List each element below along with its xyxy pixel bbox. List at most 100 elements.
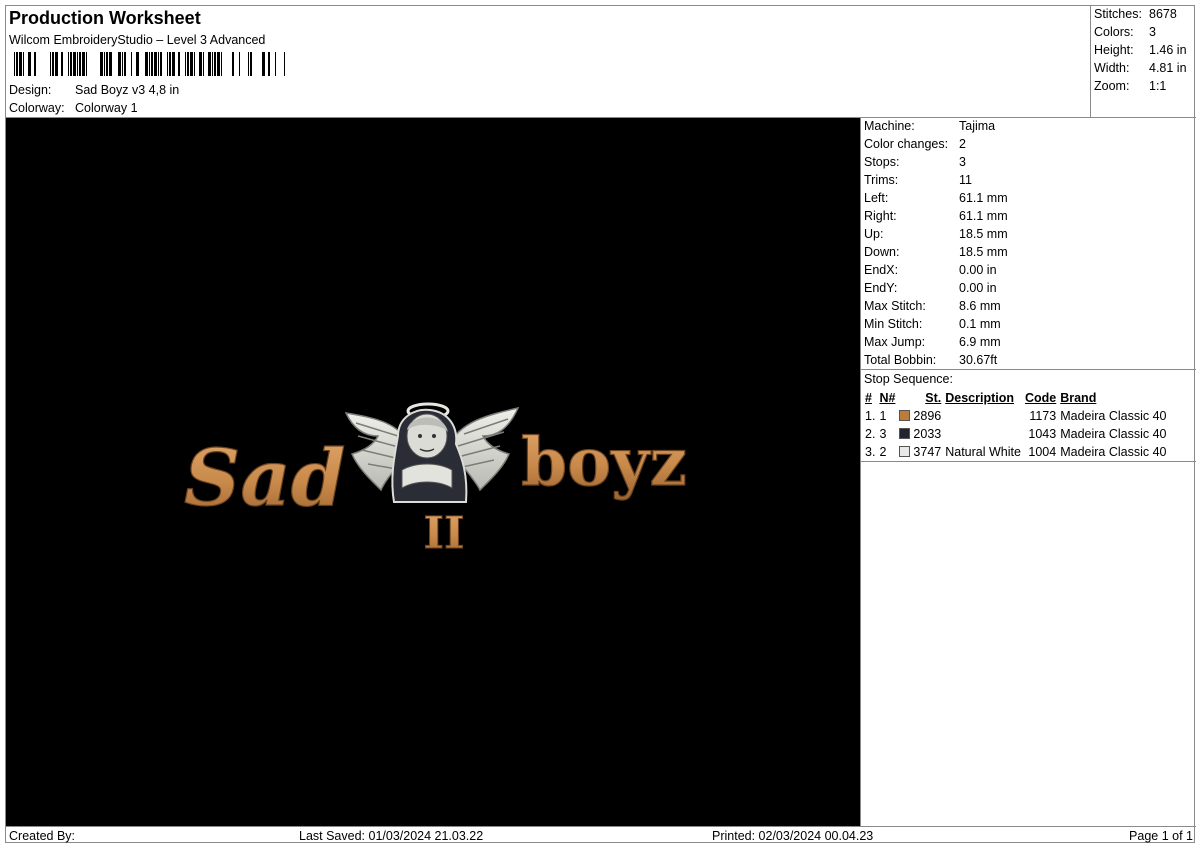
summary-row: Zoom: 1:1 xyxy=(1094,79,1166,93)
barcode-bar xyxy=(118,52,121,76)
barcode-bar xyxy=(61,52,63,76)
stat-value: 0.00 in xyxy=(959,281,997,295)
barcode-bar xyxy=(232,52,234,76)
needle-number: 1 xyxy=(879,409,887,423)
machine-stat-row: Color changes: 2 xyxy=(864,137,966,151)
stat-value: 61.1 mm xyxy=(959,191,1008,205)
stop-sequence: Stop Sequence: # N# St. Description Code… xyxy=(861,370,1196,462)
machine-stats: Machine: Tajima Color changes: 2 Stops: 3 Trim… xyxy=(861,118,1196,370)
stat-value: 61.1 mm xyxy=(959,209,1008,223)
summary-value: 3 xyxy=(1149,25,1156,39)
barcode-bar xyxy=(100,52,103,76)
thread-brand: Madeira Classic 40 xyxy=(1060,409,1167,423)
stitch-count: 2896 xyxy=(897,407,943,425)
col-description: Description xyxy=(945,391,1014,405)
machine-stat-row: Right: 61.1 mm xyxy=(864,209,1008,223)
barcode-bar xyxy=(194,52,195,76)
thread-description xyxy=(943,407,1023,425)
machine-stat-row: Max Jump: 6.9 mm xyxy=(864,335,1001,349)
barcode-bar xyxy=(190,52,193,76)
col-stitches: St. xyxy=(925,391,942,405)
summary-row: Stitches: 8678 xyxy=(1094,7,1177,21)
stat-value: Tajima xyxy=(959,119,996,133)
color-swatch xyxy=(899,446,911,457)
design-label: Design: xyxy=(9,83,52,97)
col-brand: Brand xyxy=(1060,391,1097,405)
machine-stat-row: Left: 61.1 mm xyxy=(864,191,1008,205)
thread-description: Natural White xyxy=(945,445,1021,459)
col-needle: N# xyxy=(879,391,896,405)
machine-stat-row: Trims: 11 xyxy=(864,173,972,187)
design-numeral: II xyxy=(423,508,464,559)
summary-label: Width: xyxy=(1094,61,1130,75)
barcode-bar xyxy=(284,52,285,76)
barcode-bar xyxy=(50,52,51,76)
design-word-left: Sad xyxy=(184,433,345,524)
software-name: Wilcom EmbroideryStudio – Level 3 Advanc… xyxy=(9,33,266,47)
barcode-bar xyxy=(19,52,22,76)
barcode-bar xyxy=(124,52,126,76)
stitch-count: 2033 xyxy=(897,425,943,443)
summary-value: 1:1 xyxy=(1149,79,1167,93)
barcode-bar xyxy=(52,52,54,76)
thread-code: 1043 xyxy=(1028,427,1057,441)
stat-label: EndY: xyxy=(864,281,898,295)
barcode-bar xyxy=(187,52,189,76)
design-name: Sad Boyz v3 4,8 in xyxy=(75,83,180,97)
barcode-bar xyxy=(178,52,180,76)
stat-value: 0.1 mm xyxy=(959,317,1001,331)
stop-sequence-label: Stop Sequence: xyxy=(864,372,953,386)
thread-brand: Madeira Classic 40 xyxy=(1060,427,1167,441)
barcode-bar xyxy=(131,52,132,76)
needle-number: 2 xyxy=(879,445,887,459)
colorway-label: Colorway: xyxy=(9,101,65,115)
worksheet-header: Production Worksheet Wilcom EmbroiderySt… xyxy=(6,6,1091,118)
worksheet-footer: Created By: Last Saved: 01/03/2024 21.03… xyxy=(6,826,1196,844)
barcode-bar xyxy=(86,52,87,76)
thread-brand: Madeira Classic 40 xyxy=(1060,445,1167,459)
barcode-bar xyxy=(185,52,186,76)
summary-value: 1.46 in xyxy=(1149,43,1187,57)
col-code: Code xyxy=(1024,391,1057,405)
barcode-bar xyxy=(151,52,153,76)
barcode-bar xyxy=(23,52,24,76)
embroidery-design: Sad boyz II xyxy=(183,402,688,560)
stat-value: 18.5 mm xyxy=(959,245,1008,259)
stat-label: Max Stitch: xyxy=(864,299,926,313)
color-swatch xyxy=(899,428,911,439)
barcode-bar xyxy=(248,52,249,76)
summary-value: 4.81 in xyxy=(1149,61,1187,75)
machine-stat-row: EndY: 0.00 in xyxy=(864,281,997,295)
stat-label: Max Jump: xyxy=(864,335,926,349)
stat-label: Left: xyxy=(864,191,889,205)
machine-stat-row: Up: 18.5 mm xyxy=(864,227,1008,241)
barcode-bar xyxy=(212,52,213,76)
stitch-count: 3747 xyxy=(897,443,943,461)
page-title: Production Worksheet xyxy=(9,8,201,28)
row-index: 1. xyxy=(865,409,876,423)
thread-code: 1004 xyxy=(1028,445,1057,459)
stitch-count-text: 2896 xyxy=(913,409,942,423)
stitch-count-text: 3747 xyxy=(913,445,942,459)
summary-label: Colors: xyxy=(1094,25,1134,39)
barcode-bar xyxy=(68,52,69,76)
summary-label: Stitches: xyxy=(1094,7,1142,21)
machine-stat-row: EndX: 0.00 in xyxy=(864,263,997,277)
stat-label: Right: xyxy=(864,209,897,223)
stat-label: Min Stitch: xyxy=(864,317,923,331)
design-preview: Sad boyz II xyxy=(6,118,861,826)
machine-stat-row: Max Stitch: 8.6 mm xyxy=(864,299,1001,313)
barcode-bar xyxy=(199,52,202,76)
barcode-bar xyxy=(34,52,36,76)
stat-value: 2 xyxy=(959,137,966,151)
thread-code: 1173 xyxy=(1029,409,1057,423)
summary-value: 8678 xyxy=(1149,7,1177,21)
machine-stat-row: Min Stitch: 0.1 mm xyxy=(864,317,1001,331)
stat-value: 30.67ft xyxy=(959,353,998,367)
barcode-bar xyxy=(160,52,162,76)
needle-number: 3 xyxy=(879,427,887,441)
barcode-bar xyxy=(122,52,123,76)
stat-value: 11 xyxy=(959,173,972,187)
colorway-name: Colorway 1 xyxy=(75,101,138,115)
barcode-bar xyxy=(73,52,76,76)
